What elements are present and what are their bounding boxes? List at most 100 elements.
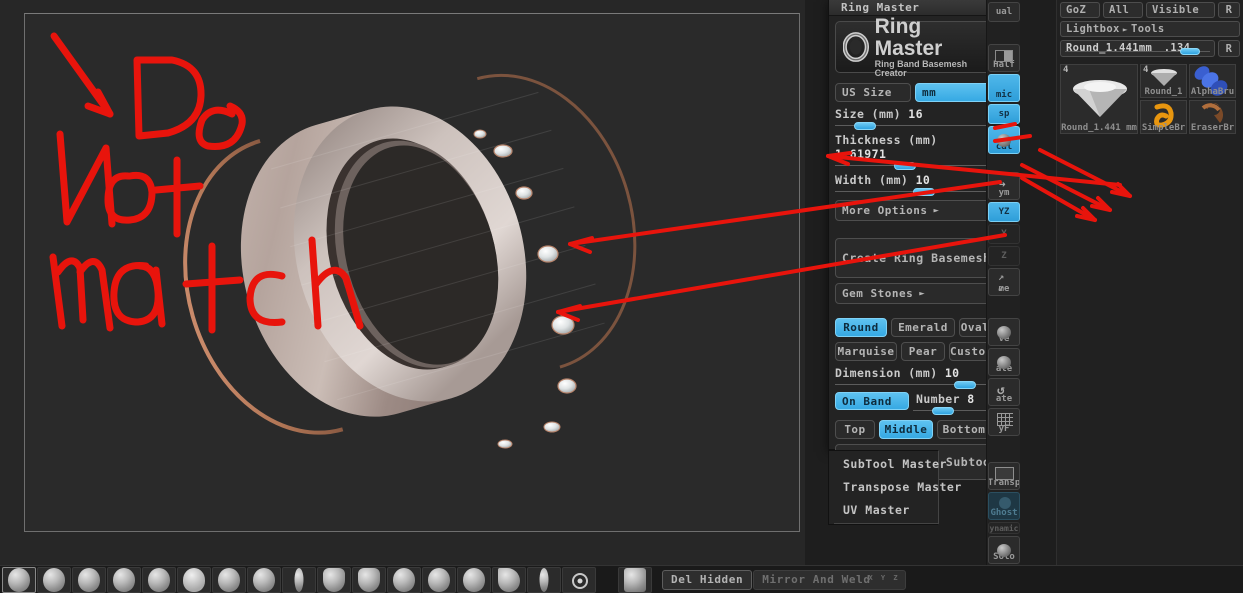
width-slider-value: 10	[915, 173, 931, 187]
material-swatch-cone[interactable]	[492, 566, 526, 593]
toolstrip-label: Y	[1001, 229, 1007, 239]
width-slider-name: Width (mm)	[835, 173, 909, 187]
material-swatch[interactable]	[457, 566, 491, 593]
gem-shape-pear-button[interactable]: Pear	[901, 342, 945, 361]
toolstrip-item-scale[interactable]: ale	[988, 348, 1020, 376]
material-swatch[interactable]	[387, 566, 421, 593]
tool-thumb-round-main[interactable]: 4 Round_1.441 mm	[1060, 64, 1138, 134]
lightbox-tools-label: Tools	[1131, 23, 1165, 35]
menu-item-uv-master[interactable]: UV Master	[843, 503, 938, 517]
toolstrip-item-symmetry[interactable]: ➜ ym	[988, 172, 1020, 200]
tool-thumb-round-small[interactable]: 4 Round_1	[1140, 64, 1187, 98]
material-swatch[interactable]	[142, 566, 176, 593]
size-slider[interactable]: Size (mm) 16	[835, 107, 991, 130]
mm-button[interactable]: mm	[915, 83, 991, 102]
gem-shape-round-button[interactable]: Round	[835, 318, 887, 337]
chevron-right-icon: ►	[1122, 24, 1128, 34]
lightbox-tools-button[interactable]: Lightbox ► Tools	[1060, 21, 1240, 37]
r-button[interactable]: R	[1218, 2, 1240, 18]
toolstrip-item-rotate-z[interactable]: Z	[988, 246, 1020, 266]
local-icon	[997, 134, 1011, 147]
toolstrip-item-move[interactable]: ve	[988, 318, 1020, 346]
tool-thumb-simple-brush[interactable]: SimpleBr	[1140, 100, 1187, 134]
create-ring-basemesh-button[interactable]: Create Ring Basemesh	[835, 238, 992, 278]
right-sidebar[interactable]: GoZ All Visible R Lightbox ► Tools Round…	[1056, 0, 1243, 593]
toolstrip-item-persp-dynamic[interactable]: mic	[988, 74, 1020, 102]
toolstrip-item-rotate[interactable]: ↺ ate	[988, 378, 1020, 406]
material-sphere-icon	[294, 567, 304, 592]
thickness-slider-knob[interactable]	[894, 162, 917, 170]
material-swatch[interactable]	[107, 566, 141, 593]
placement-middle-button[interactable]: Middle	[879, 420, 933, 439]
tool-thumb-eraser-brush[interactable]: EraserBr	[1189, 100, 1236, 134]
material-swatch-narrow[interactable]	[282, 566, 316, 593]
toolstrip-item-axis-y[interactable]: Y	[988, 224, 1020, 244]
masters-submenu[interactable]: SubTool Master Transpose Master UV Maste…	[828, 450, 961, 525]
material-swatch[interactable]	[422, 566, 456, 593]
current-tool-slider-knob[interactable]	[1180, 48, 1201, 55]
all-button[interactable]: All	[1103, 2, 1143, 18]
mirror-and-weld-button[interactable]: Mirror And Weld X Y Z	[753, 569, 906, 590]
toolstrip-item-transp[interactable]: Transp	[988, 462, 1020, 490]
placement-top-button[interactable]: Top	[835, 420, 875, 439]
menu-item-transpose-master[interactable]: Transpose Master	[843, 480, 961, 494]
gem-shape-marquise-button[interactable]: Marquise	[835, 342, 897, 361]
material-swatch-gear[interactable]	[562, 566, 596, 593]
toolstrip-item-actual-size[interactable]: ual	[988, 2, 1020, 22]
number-slider[interactable]: Number 8	[913, 392, 991, 415]
placement-bottom-button[interactable]: Bottom	[937, 420, 991, 439]
toolstrip-item-local[interactable]: cal	[988, 126, 1020, 154]
toolstrip-item-polyframe[interactable]: yF	[988, 408, 1020, 436]
material-swatch-narrow[interactable]	[527, 566, 561, 593]
material-swatch[interactable]	[317, 566, 351, 593]
current-tool-slider[interactable]: Round_1.441mm .134	[1060, 40, 1215, 57]
toolstrip-item-ghost[interactable]: Ghost	[988, 492, 1020, 520]
bottom-material-bar[interactable]: Del Hidden Mirror And Weld X Y Z	[0, 565, 1243, 593]
visible-button[interactable]: Visible	[1146, 2, 1215, 18]
size-slider-knob[interactable]	[853, 122, 876, 130]
menu-item-subtool-master[interactable]: SubTool Master	[843, 457, 946, 471]
size-slider-value: 16	[908, 107, 923, 121]
toolstrip-item-dynamic[interactable]: ynamic	[988, 522, 1020, 534]
material-swatch[interactable]	[247, 566, 281, 593]
width-slider[interactable]: Width (mm) 10	[835, 173, 991, 196]
material-swatch[interactable]	[212, 566, 246, 593]
material-swatch[interactable]	[352, 566, 386, 593]
material-swatch-active-preview[interactable]	[618, 566, 652, 593]
canvas-area[interactable]	[0, 0, 805, 565]
tool-r-button[interactable]: R	[1218, 40, 1240, 57]
material-swatch[interactable]	[72, 566, 106, 593]
gem-stones-button[interactable]: Gem Stones ►	[835, 283, 991, 304]
tool-thumbnail-row[interactable]: 4 Round_1.441 mm 4 Round_1 AlphaBru Simp…	[1057, 62, 1243, 137]
gem-shape-emerald-button[interactable]: Emerald	[891, 318, 955, 337]
material-sphere-icon	[498, 567, 520, 592]
tool-thumb-alpha-brush[interactable]: AlphaBru	[1189, 64, 1236, 98]
gem-stones-label: Gem Stones	[842, 287, 914, 300]
more-options-button[interactable]: More Options ►	[835, 200, 991, 221]
number-slider-value: 8	[967, 392, 975, 406]
toolstrip-item-half-size[interactable]: Half	[988, 44, 1020, 72]
thickness-slider[interactable]: Thickness (mm) 1.61971	[835, 133, 991, 170]
width-slider-label: Width (mm) 10	[835, 173, 991, 187]
toolstrip-label: sp	[998, 109, 1010, 119]
expand-icon: ↗ ↙	[998, 272, 1005, 294]
us-size-button[interactable]: US Size	[835, 83, 911, 102]
material-swatch[interactable]	[2, 566, 36, 593]
dimension-slider-knob[interactable]	[953, 381, 976, 389]
toolstrip-item-solo[interactable]: Solo	[988, 536, 1020, 564]
right-vertical-toolbar[interactable]: ual Half mic sp cal ➜ ym YZ Y Z ↗ ↙ me ve a…	[986, 0, 1020, 593]
toolstrip-item-frame[interactable]: ↗ ↙ me	[988, 268, 1020, 296]
material-swatch-spiky[interactable]	[177, 566, 211, 593]
ring-master-panel[interactable]: Ring Master Ring Master Ring Band Baseme…	[828, 0, 999, 480]
del-hidden-button[interactable]: Del Hidden	[662, 569, 753, 590]
width-slider-knob[interactable]	[913, 188, 935, 196]
number-slider-knob[interactable]	[931, 407, 954, 415]
goz-button[interactable]: GoZ	[1060, 2, 1100, 18]
material-swatch[interactable]	[37, 566, 71, 593]
toolstrip-item-axis-xyz[interactable]: YZ	[988, 202, 1020, 222]
toolstrip-item-persp[interactable]: sp	[988, 104, 1020, 124]
on-band-button[interactable]: On Band	[835, 392, 909, 410]
canvas-frame[interactable]	[24, 13, 800, 532]
ring-master-titlebar[interactable]: Ring Master	[829, 0, 997, 16]
dimension-slider[interactable]: Dimension (mm) 10	[835, 366, 991, 389]
